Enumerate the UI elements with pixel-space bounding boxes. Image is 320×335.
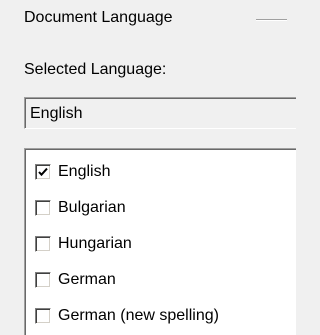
language-item-bulgarian[interactable]: Bulgarian	[35, 198, 285, 220]
checkmark-icon	[38, 167, 48, 177]
language-item-german[interactable]: German	[35, 270, 285, 292]
language-checkbox[interactable]	[35, 200, 51, 216]
selected-language-value: English	[30, 105, 83, 122]
language-label: Hungarian	[58, 235, 132, 252]
language-item-german-new-spelling[interactable]: German (new spelling)	[35, 306, 285, 328]
document-language-group-header: Document Language	[24, 8, 287, 28]
language-label: German	[58, 271, 116, 288]
language-checkbox[interactable]	[35, 164, 51, 180]
group-divider	[256, 19, 287, 21]
selected-language-field: English	[24, 97, 296, 129]
selected-language-label: Selected Language:	[24, 61, 167, 78]
language-checkbox[interactable]	[35, 236, 51, 252]
language-label: English	[58, 163, 111, 180]
group-title: Document Language	[24, 8, 183, 28]
language-checkbox[interactable]	[35, 272, 51, 288]
language-item-english[interactable]: English	[35, 162, 285, 184]
language-label: Bulgarian	[58, 199, 126, 216]
language-checkbox[interactable]	[35, 308, 51, 324]
language-label: German (new spelling)	[58, 307, 219, 324]
language-list[interactable]: English Bulgarian Hungarian German Germa…	[24, 148, 296, 335]
language-item-hungarian[interactable]: Hungarian	[35, 234, 285, 256]
